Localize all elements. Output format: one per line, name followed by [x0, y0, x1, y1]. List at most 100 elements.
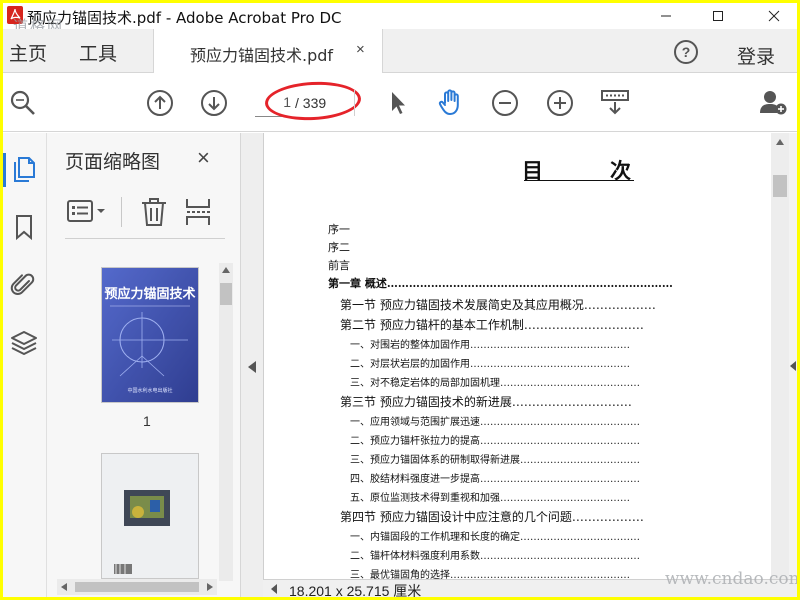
menu-home[interactable]: 主页 [9, 39, 47, 66]
document-vertical-scrollbar[interactable] [771, 133, 789, 579]
watermark-bottom: www.cndao.com [665, 569, 797, 589]
toc-entry-text: 第一节 预应力锚固技术发展简史及其应用概况 [340, 298, 584, 312]
toc-entry-text: 三、最优锚固角的选择 [350, 570, 450, 579]
toc-entry-text: 二、预应力锚杆张拉力的提高 [350, 436, 480, 447]
toc-item: 一、对围岩的整体加固作用………………………………………… [350, 336, 764, 351]
toc-leader-dots: ………………………… [523, 318, 644, 332]
document-view: 目 次 序一 序二 前言 第一章 概述………………………………………………………………… [263, 133, 797, 579]
collapse-panel-icon[interactable] [248, 361, 256, 373]
thumb-toolbar-separator [121, 197, 122, 227]
previous-page-icon[interactable] [146, 89, 174, 117]
minimize-button[interactable] [643, 3, 689, 29]
toc-entry-text: 前言 [328, 259, 350, 272]
help-icon[interactable]: ? [673, 39, 699, 65]
close-icon [768, 10, 780, 22]
status-scroll-left-icon[interactable] [271, 584, 277, 594]
page-2-image [102, 454, 198, 578]
toc-leader-dots: ……………………………… [520, 532, 640, 543]
toc-leader-dots: ………………………………………… [470, 340, 630, 351]
toc-entry-text: 一、应用领域与范围扩展迅速 [350, 417, 480, 428]
toc-item: 三、预应力锚固体系的研制取得新进展……………………………… [350, 451, 764, 466]
toc-title-underline [524, 180, 634, 181]
toc-entry-text: 序二 [328, 241, 350, 254]
thumbnails-horizontal-scrollbar[interactable] [57, 579, 217, 595]
toc-section: 第二节 预应力锚杆的基本工作机制………………………… [340, 316, 764, 333]
toc-leader-dots: ………………………………………… [480, 551, 640, 562]
delete-page-icon[interactable] [141, 197, 167, 227]
navigation-rail [3, 133, 47, 597]
maximize-button[interactable] [695, 3, 741, 29]
document-tab-label: 预应力锚固技术.pdf [190, 46, 334, 65]
toc-section: 第三节 预应力锚固技术的新进展………………………… [340, 393, 764, 410]
toc-leader-dots: …………………………………… [500, 378, 640, 389]
zoom-in-icon[interactable] [546, 89, 574, 117]
toc-entry-text: 一、对围岩的整体加固作用 [350, 340, 470, 351]
thumbnail-options-icon[interactable] [67, 199, 109, 225]
page-thumbnails-panel: 页面缩略图 × 预应力锚固技术 中国水利水电出版社 1 [47, 133, 241, 597]
doc-scroll-up-icon[interactable] [776, 139, 784, 145]
toolbar: 1 / 339 [3, 74, 797, 132]
toc-item: 二、对层状岩层的加固作用………………………………………… [350, 355, 764, 370]
toc-front-matter: 序二 [328, 239, 764, 255]
extract-pages-icon[interactable] [185, 197, 213, 227]
toc-entry-text: 第四节 预应力锚固设计中应注意的几个问题 [340, 510, 572, 524]
bookmarks-icon[interactable] [10, 213, 38, 241]
minimize-icon [661, 15, 671, 17]
thumbnails-scroll-thumb[interactable] [220, 283, 232, 305]
next-page-icon[interactable] [200, 89, 228, 117]
page-display-icon[interactable] [601, 88, 629, 116]
toc-item: 五、原位监测技术得到重视和加强………………………………… [350, 489, 764, 504]
acrobat-window: 预应力锚固技术.pdf - Adobe Acrobat Pro DC 道格网 主… [3, 3, 797, 597]
toc-entry-text: 第二节 预应力锚杆的基本工作机制 [340, 318, 524, 332]
login-button[interactable]: 登录 [737, 42, 775, 69]
zoom-search-icon[interactable] [9, 89, 37, 117]
toc-leader-dots: ……………………………………………… [450, 570, 630, 579]
expand-right-pane-icon[interactable] [790, 361, 796, 371]
thumbnails-hscroll-thumb[interactable] [75, 582, 199, 592]
page-thumbnails-icon[interactable] [10, 155, 38, 183]
toc-entry-text: 一、内锚固段的工作机理和长度的确定 [350, 532, 520, 543]
page-thumbnail-2[interactable] [101, 453, 199, 579]
toc-front-matter: 序一 [328, 221, 764, 237]
toc-item: 二、预应力锚杆张拉力的提高………………………………………… [350, 432, 764, 447]
menu-tools[interactable]: 工具 [79, 39, 117, 66]
rail-active-indicator [3, 153, 6, 187]
page-dimensions: 18.201 x 25.715 厘米 [289, 583, 422, 597]
help-glyph: ? [682, 44, 691, 60]
thumbnails-panel-title: 页面缩略图 [65, 151, 161, 173]
document-tab-close-button[interactable]: × [356, 41, 365, 58]
document-scroll-thumb[interactable] [773, 175, 787, 197]
scroll-right-arrow-icon[interactable] [207, 583, 213, 591]
window-title: 预应力锚固技术.pdf - Adobe Acrobat Pro DC [27, 9, 342, 27]
cover-title-text: 预应力锚固技术 [104, 286, 195, 302]
toc-section: 第四节 预应力锚固设计中应注意的几个问题……………… [340, 508, 764, 525]
toc-item: 一、内锚固段的工作机理和长度的确定……………………………… [350, 528, 764, 543]
zoom-out-icon[interactable] [491, 89, 519, 117]
toc-entry-text: 二、对层状岩层的加固作用 [350, 359, 470, 370]
toc-chapter: 第一章 概述…………………………………………………………………… [328, 275, 764, 291]
thumbnails-close-button[interactable]: × [197, 145, 210, 171]
thumbnail-page-number: 1 [143, 413, 151, 429]
right-pane-toggle[interactable] [789, 133, 797, 579]
document-tab[interactable]: 预应力锚固技术.pdf × [153, 29, 383, 73]
close-window-button[interactable] [751, 3, 797, 29]
toc-leader-dots: ………………………………………… [480, 417, 640, 428]
toc-entry-text: 四、胶结材料强度进一步提高 [350, 474, 480, 485]
thumbnails-toolbar [65, 189, 225, 239]
scroll-left-arrow-icon[interactable] [61, 583, 67, 591]
share-user-icon[interactable] [759, 88, 787, 116]
panel-splitter[interactable] [241, 133, 263, 597]
toc-item: 四、胶结材料强度进一步提高………………………………………… [350, 470, 764, 485]
toc-leader-dots: ………………………………………… [480, 474, 640, 485]
scroll-up-arrow-icon[interactable] [222, 267, 230, 273]
menu-bar: 主页 工具 预应力锚固技术.pdf × ? 登录 [3, 29, 797, 73]
hand-tool-icon[interactable] [436, 88, 464, 116]
select-arrow-icon[interactable] [384, 89, 412, 117]
layers-icon[interactable] [10, 329, 38, 357]
toc-section: 第一节 预应力锚固技术发展简史及其应用概况……………… [340, 296, 764, 313]
page-thumbnail-1[interactable]: 预应力锚固技术 中国水利水电出版社 [101, 267, 199, 403]
attachments-icon[interactable] [10, 271, 38, 299]
thumbnails-vertical-scrollbar[interactable] [219, 263, 233, 581]
toc-entry-text: 二、锚杆体材料强度利用系数 [350, 551, 480, 562]
toc-item: 二、锚杆体材料强度利用系数………………………………………… [350, 547, 764, 562]
